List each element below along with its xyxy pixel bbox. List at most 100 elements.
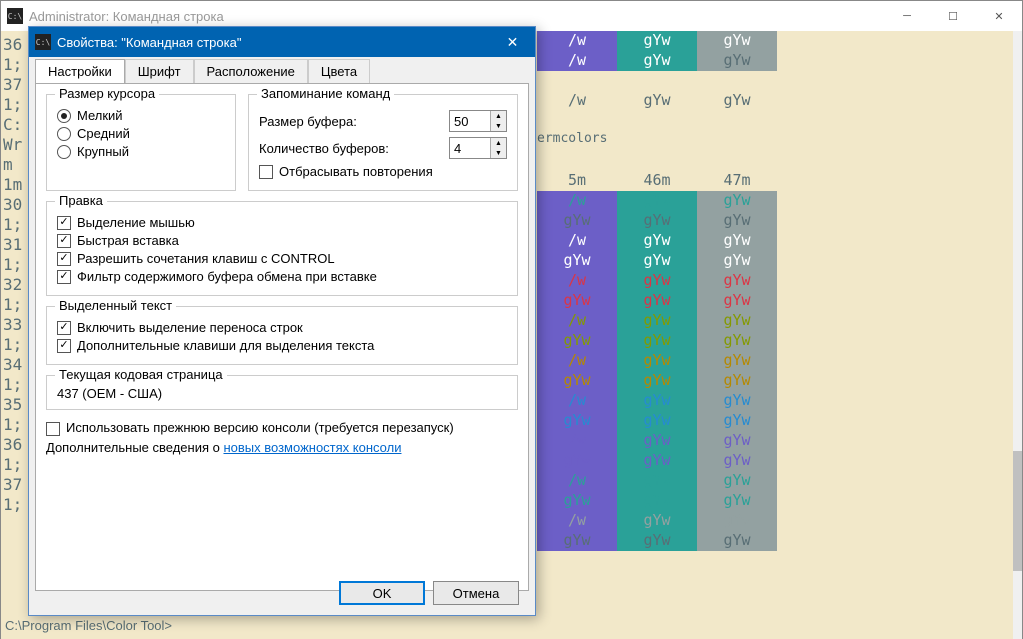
- cancel-button[interactable]: Отмена: [433, 581, 519, 605]
- color-cell: gYw: [537, 411, 617, 431]
- tab-panel-settings: Размер курсора Мелкий Средний Крупный За…: [35, 83, 529, 591]
- color-cell: gYw: [697, 211, 777, 231]
- buffer-size-input[interactable]: [450, 111, 490, 131]
- color-cell: 46m: [617, 171, 697, 191]
- dialog-close-button[interactable]: ✕: [490, 27, 535, 57]
- color-cell: gYw: [617, 511, 697, 531]
- maximize-button[interactable]: ☐: [930, 1, 976, 31]
- color-cell: /w: [537, 311, 617, 331]
- color-cell: /w: [537, 231, 617, 251]
- checkbox-filter-clipboard[interactable]: [57, 270, 71, 284]
- num-buffers-input[interactable]: [450, 138, 490, 158]
- color-cell: gYw: [697, 531, 777, 551]
- label-wrap-select: Включить выделение переноса строк: [77, 320, 303, 335]
- label-extra-keys: Дополнительные клавиши для выделения тек…: [77, 338, 374, 353]
- color-cell: gYw: [697, 271, 777, 291]
- color-cell: gYw: [617, 371, 697, 391]
- cursor-size-title: Размер курсора: [55, 86, 159, 101]
- tab-font[interactable]: Шрифт: [125, 59, 194, 83]
- label-mouse-select: Выделение мышью: [77, 215, 195, 230]
- vertical-scrollbar[interactable]: [1013, 31, 1022, 639]
- color-cell: gYw: [697, 391, 777, 411]
- color-cell: gYw: [697, 311, 777, 331]
- color-cell: gYw: [697, 251, 777, 271]
- dialog-title: Свойства: "Командная строка": [57, 35, 241, 50]
- scrollbar-thumb[interactable]: [1013, 451, 1022, 571]
- tab-colors[interactable]: Цвета: [308, 59, 370, 83]
- radio-label-small: Мелкий: [77, 108, 123, 123]
- discard-dup-label: Отбрасывать повторения: [279, 164, 433, 179]
- color-cell: /w: [537, 431, 617, 451]
- color-cell: gYw: [697, 511, 777, 531]
- color-grid: /wgYwgYw/wgYwgYw/wgYwgYwermcolors5m46m47…: [537, 31, 777, 551]
- color-cell: gYw: [697, 91, 777, 111]
- color-cell: gYw: [617, 431, 697, 451]
- color-cell: gYw: [537, 251, 617, 271]
- num-buffers-spinbox[interactable]: ▲▼: [449, 137, 507, 159]
- buffer-size-label: Размер буфера:: [259, 114, 449, 129]
- more-info-prefix: Дополнительные сведения о: [46, 440, 223, 455]
- spin-down-icon[interactable]: ▼: [491, 148, 506, 158]
- color-cell: gYw: [617, 51, 697, 71]
- color-cell: gYw: [697, 331, 777, 351]
- label-filter-clipboard: Фильтр содержимого буфера обмена при вст…: [77, 269, 377, 284]
- cursor-size-group: Размер курсора Мелкий Средний Крупный: [46, 94, 236, 191]
- tab-settings[interactable]: Настройки: [35, 59, 125, 83]
- prompt-line: C:\Program Files\Color Tool>: [3, 616, 172, 636]
- color-cell: /w: [537, 91, 617, 111]
- num-buffers-label: Количество буферов:: [259, 141, 449, 156]
- color-cell: gYw: [697, 491, 777, 511]
- color-cell: gYw: [697, 471, 777, 491]
- color-cell: /w: [537, 391, 617, 411]
- radio-cursor-medium[interactable]: [57, 127, 71, 141]
- color-cell: gYw: [537, 291, 617, 311]
- codepage-value: 437 (OEM - США): [57, 386, 507, 401]
- spin-down-icon[interactable]: ▼: [491, 121, 506, 131]
- color-cell: gYw: [617, 411, 697, 431]
- checkbox-mouse-select[interactable]: [57, 216, 71, 230]
- color-cell: gYw: [617, 31, 697, 51]
- tab-bar: Настройки Шрифт Расположение Цвета: [29, 59, 535, 83]
- checkbox-discard-duplicates[interactable]: [259, 165, 273, 179]
- buffer-size-spinbox[interactable]: ▲▼: [449, 110, 507, 132]
- checkbox-quick-paste[interactable]: [57, 234, 71, 248]
- spin-up-icon[interactable]: ▲: [491, 138, 506, 148]
- color-cell: gYw: [697, 411, 777, 431]
- color-cell: gYw: [617, 251, 697, 271]
- close-button[interactable]: ✕: [976, 1, 1022, 31]
- color-cell: gYw: [617, 471, 697, 491]
- tab-layout[interactable]: Расположение: [194, 59, 308, 83]
- checkbox-extra-keys[interactable]: [57, 339, 71, 353]
- radio-cursor-large[interactable]: [57, 145, 71, 159]
- codepage-title: Текущая кодовая страница: [55, 367, 227, 382]
- color-cell: /w: [537, 471, 617, 491]
- color-cell: /w: [537, 271, 617, 291]
- color-cell: gYw: [537, 211, 617, 231]
- color-cell: /w: [537, 31, 617, 51]
- selection-group: Выделенный текст Включить выделение пере…: [46, 306, 518, 365]
- new-features-link[interactable]: новых возможностях консоли: [223, 440, 401, 455]
- color-cell: gYw: [617, 291, 697, 311]
- dialog-titlebar[interactable]: C:\ Свойства: "Командная строка" ✕: [29, 27, 535, 57]
- color-cell: gYw: [617, 331, 697, 351]
- minimize-button[interactable]: ─: [884, 1, 930, 31]
- spin-up-icon[interactable]: ▲: [491, 111, 506, 121]
- dialog-icon: C:\: [35, 34, 51, 50]
- radio-cursor-small[interactable]: [57, 109, 71, 123]
- color-cell: gYw: [617, 391, 697, 411]
- color-cell: gYw: [617, 311, 697, 331]
- history-title: Запоминание команд: [257, 86, 394, 101]
- checkbox-legacy-console[interactable]: [46, 422, 60, 436]
- checkbox-wrap-select[interactable]: [57, 321, 71, 335]
- color-cell: gYw: [617, 491, 697, 511]
- command-history-group: Запоминание команд Размер буфера: ▲▼ Кол…: [248, 94, 518, 191]
- ok-button[interactable]: OK: [339, 581, 425, 605]
- color-cell: gYw: [537, 331, 617, 351]
- color-cell: gYw: [697, 431, 777, 451]
- color-cell: 5m: [537, 171, 617, 191]
- color-cell: gYw: [617, 531, 697, 551]
- color-cell: gYw: [697, 371, 777, 391]
- color-cell: gYw: [537, 451, 617, 471]
- color-cell: gYw: [697, 51, 777, 71]
- checkbox-ctrl-shortcuts[interactable]: [57, 252, 71, 266]
